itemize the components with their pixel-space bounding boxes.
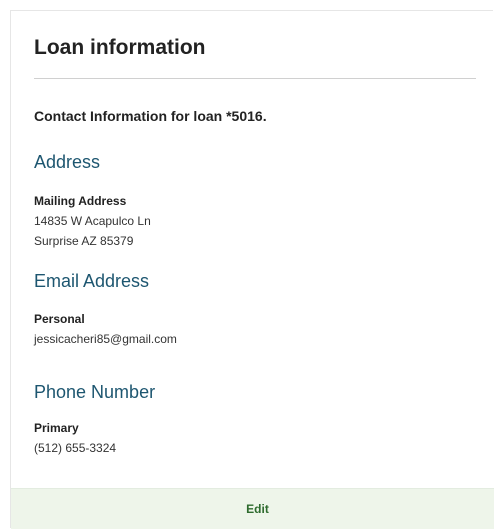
phone-value: (512) 655-3324 xyxy=(34,441,117,455)
loan-information-card: Loan information Contact Information for… xyxy=(10,10,494,529)
mailing-address-line1: 14835 W Acapulco Ln xyxy=(34,214,151,228)
card-title: Loan information xyxy=(34,36,206,59)
card-footer: Edit xyxy=(11,488,494,529)
phone-type-label: Primary xyxy=(34,421,79,435)
email-heading: Email Address xyxy=(34,271,150,291)
mailing-address-line2: Surprise AZ 85379 xyxy=(34,234,134,248)
address-heading: Address xyxy=(34,152,101,172)
contact-intro: Contact Information for loan *5016. xyxy=(34,108,267,124)
email-value: jessicacheri85@gmail.com xyxy=(34,332,177,346)
phone-heading: Phone Number xyxy=(34,382,156,402)
email-type-label: Personal xyxy=(34,312,85,326)
edit-button[interactable]: Edit xyxy=(11,489,494,529)
mailing-address-label: Mailing Address xyxy=(34,194,127,208)
title-divider xyxy=(34,78,476,79)
